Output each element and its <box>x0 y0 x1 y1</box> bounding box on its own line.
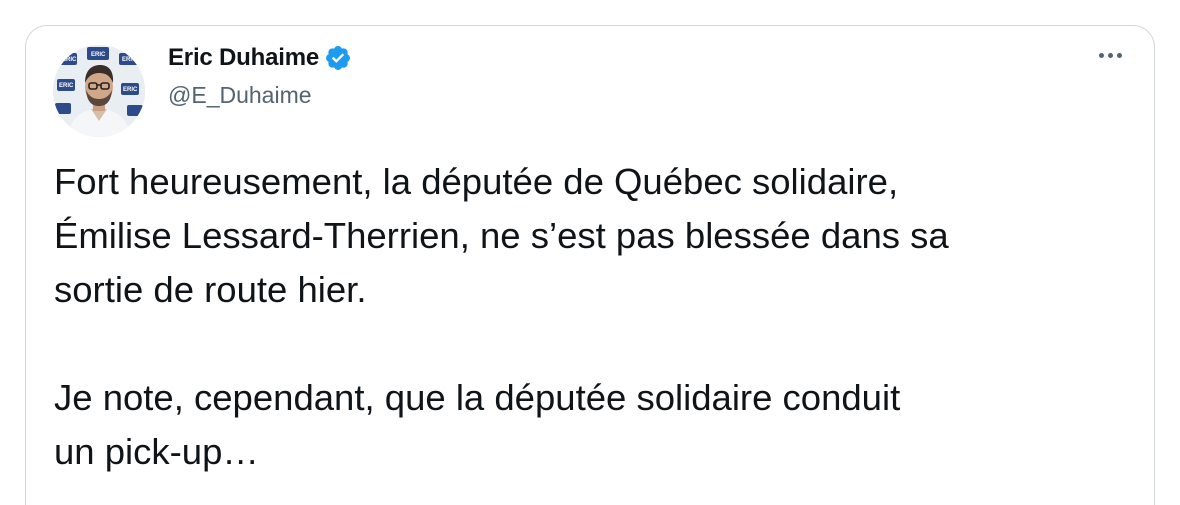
tweet-paragraph: Je note, cependant, que la députée solid… <box>54 377 901 472</box>
tweet-paragraph: Fort heureusement, la députée de Québec … <box>54 161 949 310</box>
author-name-row[interactable]: Eric Duhaime <box>168 43 352 73</box>
avatar-backdrop-text: ERIC <box>91 52 106 58</box>
avatar-backdrop-text: ERIC <box>62 57 77 63</box>
avatar[interactable]: ERIC ERIC ERIC ERIC ERIC <box>53 45 145 137</box>
verified-badge-icon <box>324 44 352 72</box>
author-name[interactable]: Eric Duhaime <box>168 44 319 72</box>
avatar-backdrop-text: ERIC <box>59 83 74 89</box>
avatar-backdrop-text: ERIC <box>123 87 138 93</box>
avatar-image: ERIC ERIC ERIC ERIC ERIC <box>53 45 145 137</box>
more-dot <box>1107 52 1113 58</box>
more-dot <box>1098 52 1104 58</box>
more-options-icon[interactable] <box>1090 40 1130 70</box>
more-dot <box>1116 52 1122 58</box>
author-handle[interactable]: @E_Duhaime <box>168 82 312 109</box>
tweet-text: Fort heureusement, la députée de Québec … <box>54 155 1134 479</box>
tweet-card[interactable]: ERIC ERIC ERIC ERIC ERIC Eric Duhaime @E… <box>25 25 1155 505</box>
avatar-backdrop-text: ERIC <box>122 57 137 63</box>
